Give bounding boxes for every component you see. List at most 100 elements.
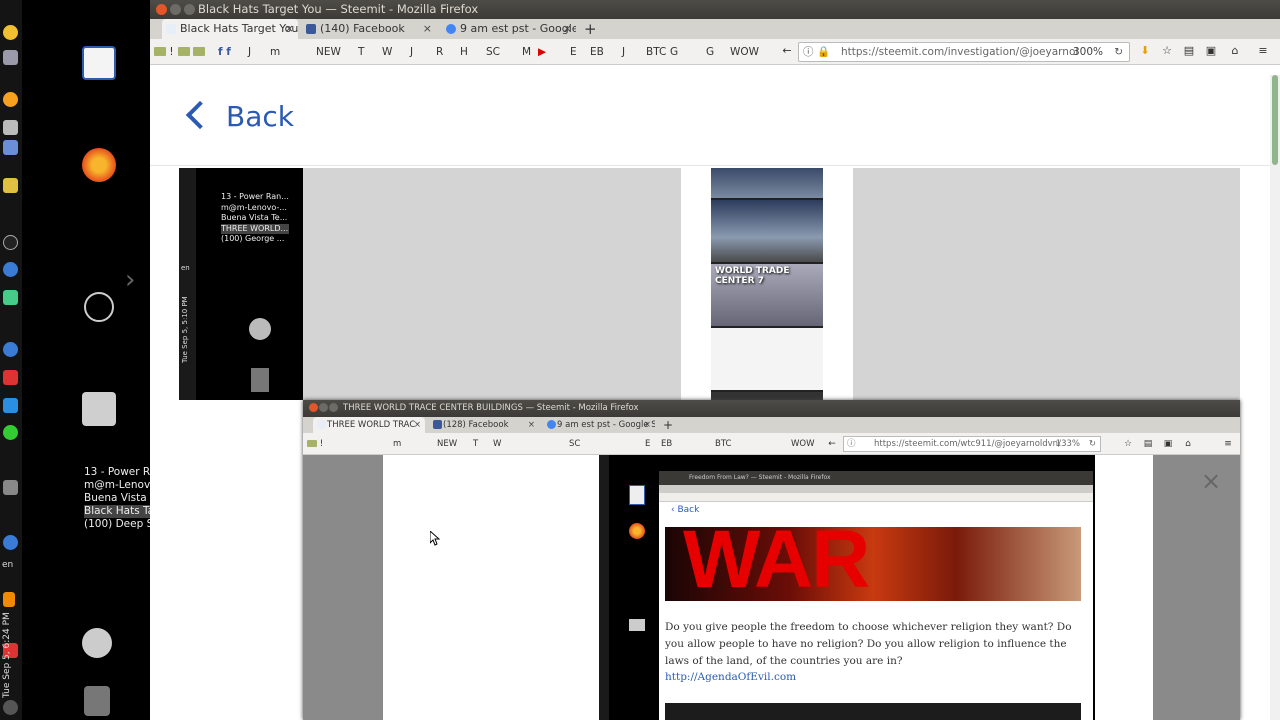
bookmark-item[interactable]: W (382, 45, 392, 59)
url-text[interactable]: https://steemit.com/investigation/@joeya… (841, 46, 1078, 58)
app-icon[interactable] (3, 398, 18, 413)
power-icon[interactable] (3, 700, 18, 715)
bookmark-item[interactable]: m (270, 45, 280, 59)
new-tab-button[interactable]: + (578, 19, 598, 39)
minimize-window-button[interactable] (319, 403, 328, 412)
maximize-window-button[interactable] (329, 403, 338, 412)
bookmark-item[interactable]: T (358, 45, 364, 59)
close-tab-icon[interactable]: × (563, 19, 572, 39)
info-icon[interactable]: ⓘ (803, 43, 814, 61)
firefox-icon[interactable] (82, 148, 116, 182)
document-icon[interactable] (3, 50, 18, 65)
close-modal-icon[interactable]: × (1201, 469, 1221, 493)
bookmark-folder-icon[interactable]: ! (154, 45, 174, 59)
drive-icon[interactable] (3, 480, 18, 495)
clock[interactable]: Tue Sep 5, 6:24 PM (2, 612, 20, 698)
download-icon[interactable]: ⬇ (1138, 44, 1152, 58)
close-tab-icon[interactable]: × (528, 417, 535, 433)
close-window-button[interactable] (156, 4, 167, 15)
url-bar[interactable]: ⓘ https://steemit.com/wtc911/@joeyarnold… (843, 436, 1101, 452)
writer-document-icon[interactable] (82, 46, 116, 80)
facebook-bookmark-icon[interactable]: f f (218, 45, 231, 59)
scrollbar-thumb[interactable] (1272, 75, 1278, 165)
library-icon[interactable]: ▤ (1182, 44, 1196, 58)
close-tab-icon[interactable]: × (423, 19, 432, 39)
bookmark-item[interactable]: BTC (646, 45, 666, 59)
youtube-icon[interactable]: ▣ (1161, 437, 1175, 451)
bookmark-item[interactable]: J (248, 45, 251, 59)
front-firefox-window[interactable]: THREE WORLD TRACE CENTER BUILDINGS — Ste… (303, 400, 1240, 720)
close-window-button[interactable] (309, 403, 318, 412)
bookmark-item[interactable]: WOW (730, 45, 759, 59)
bookmark-item[interactable]: H (460, 45, 468, 59)
tab-facebook[interactable]: (128) Facebook × (429, 417, 539, 433)
tab-google[interactable]: 9 am est pst - Google S × (442, 19, 576, 39)
url-bar[interactable]: ⓘ 🔒 https://steemit.com/investigation/@j… (798, 42, 1130, 62)
reload-icon[interactable]: ↻ (1089, 437, 1096, 451)
share-icon[interactable] (3, 425, 18, 440)
settings-icon[interactable] (3, 262, 18, 277)
info-icon[interactable]: ⓘ (847, 437, 856, 451)
bookmark-item[interactable]: WOW (791, 438, 815, 450)
calc-icon[interactable] (3, 140, 18, 155)
bookmark-folder-icon[interactable]: ! (307, 438, 323, 450)
reload-icon[interactable]: ↻ (1114, 43, 1123, 61)
tab-facebook[interactable]: (140) Facebook × (302, 19, 436, 39)
file-cabinet-icon[interactable] (82, 392, 116, 426)
back-arrow-icon[interactable]: ← (825, 437, 839, 451)
bookmark-item[interactable]: BTC (715, 438, 731, 450)
tab-google[interactable]: 9 am est pst - Google S × (543, 417, 655, 433)
bookmark-star-icon[interactable]: ☆ (1121, 437, 1135, 451)
scrollbar[interactable] (1270, 75, 1280, 720)
youtube-bookmark-icon[interactable]: ▶ (538, 45, 546, 59)
zoom-level[interactable]: 133% (1056, 437, 1080, 451)
library-icon[interactable]: ▤ (1141, 437, 1155, 451)
menu-icon[interactable]: ≡ (1221, 437, 1235, 451)
tab-three-world[interactable]: THREE WORLD TRAC × (313, 417, 425, 433)
back-arrow-icon[interactable]: ← (780, 44, 794, 58)
network-icon[interactable] (3, 535, 18, 550)
bookmark-item[interactable]: T (473, 438, 478, 450)
chrome-icon[interactable] (3, 342, 18, 357)
vlc-icon[interactable] (3, 592, 15, 607)
bookmark-item[interactable]: NEW (316, 45, 341, 59)
ubuntu-icon[interactable] (84, 292, 114, 322)
bookmark-item[interactable]: M (522, 45, 531, 59)
url-text[interactable]: https://steemit.com/wtc911/@joeyarnoldvn… (874, 439, 1061, 449)
bitcoin-icon[interactable] (3, 92, 18, 107)
bookmark-item[interactable]: SC (569, 438, 580, 450)
terminal-icon[interactable] (3, 290, 18, 305)
minimize-window-button[interactable] (170, 4, 181, 15)
bookmark-item[interactable]: E (570, 45, 577, 59)
close-tab-icon[interactable]: × (285, 19, 294, 39)
bookmark-item[interactable]: G (706, 45, 714, 59)
apps-icon[interactable] (3, 178, 18, 193)
bookmark-item[interactable]: NEW (437, 438, 457, 450)
chevron-right-icon[interactable]: › (125, 265, 135, 295)
youtube-icon[interactable]: ▣ (1204, 44, 1218, 58)
bookmark-item[interactable]: R (436, 45, 443, 59)
home-icon[interactable]: ⌂ (1228, 44, 1242, 58)
text-editor-icon[interactable] (3, 120, 18, 135)
obs-icon[interactable] (3, 235, 18, 250)
bookmark-item[interactable]: m (393, 438, 401, 450)
bookmark-item[interactable]: G (670, 45, 678, 59)
zoom-level[interactable]: 300% (1073, 43, 1103, 61)
bookmark-item[interactable]: SC (486, 45, 500, 59)
menu-icon[interactable]: ≡ (1256, 44, 1270, 58)
bookmark-star-icon[interactable]: ☆ (1160, 44, 1174, 58)
bookmark-item[interactable]: J (410, 45, 413, 59)
close-tab-icon[interactable]: × (644, 417, 651, 433)
user-icon[interactable] (82, 628, 112, 658)
bookmark-item[interactable]: E (645, 438, 650, 450)
home-icon[interactable]: ⌂ (1181, 437, 1195, 451)
keyboard-language[interactable]: en (2, 560, 13, 570)
bookmark-item[interactable]: EB (661, 438, 672, 450)
bookmark-item[interactable]: EB (590, 45, 604, 59)
bookmark-folder-icon[interactable] (178, 45, 205, 59)
new-tab-button[interactable]: + (659, 417, 675, 433)
close-tab-icon[interactable]: × (414, 417, 421, 433)
tab-black-hats[interactable]: Black Hats Target You × (162, 19, 298, 39)
bookmark-item[interactable]: W (493, 438, 501, 450)
maximize-window-button[interactable] (184, 4, 195, 15)
